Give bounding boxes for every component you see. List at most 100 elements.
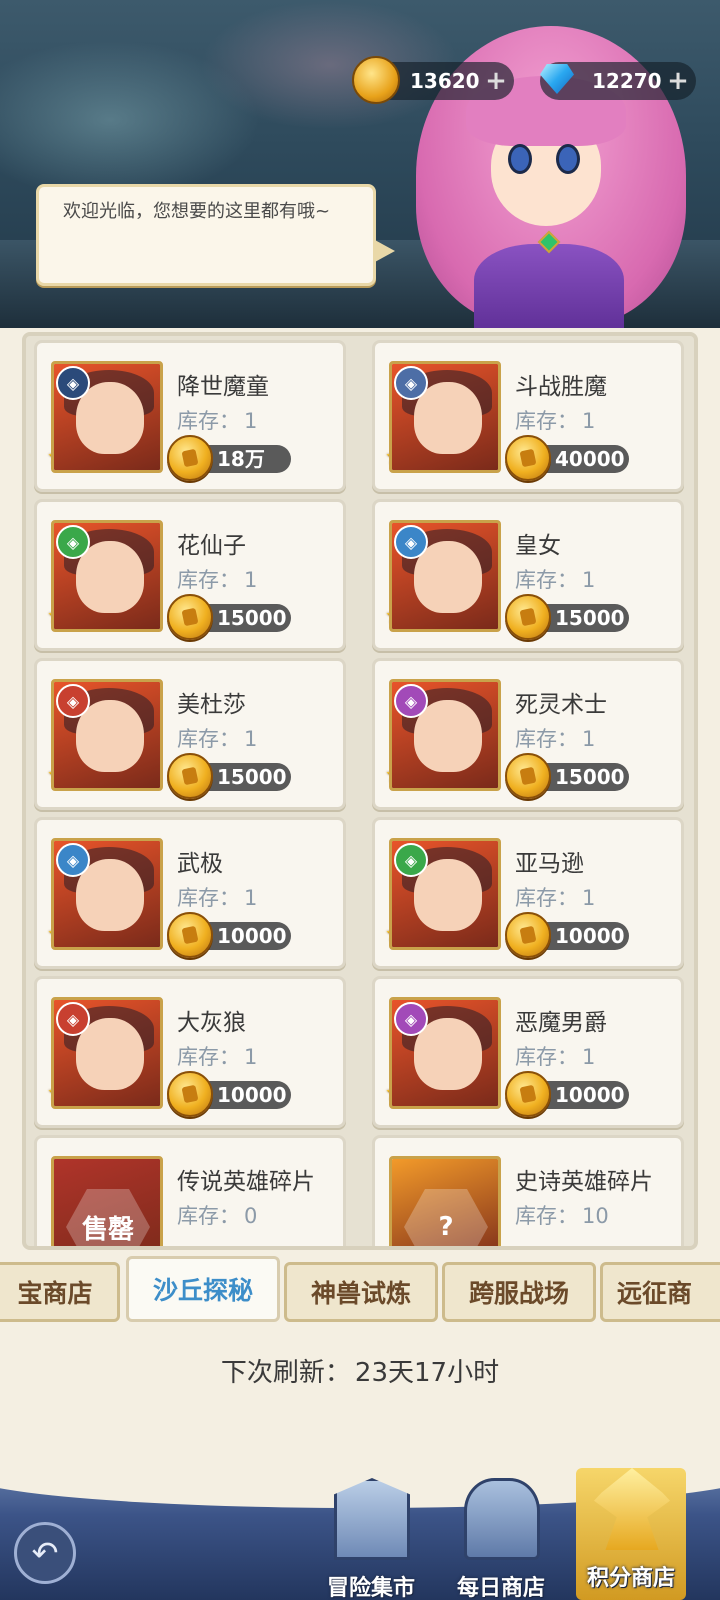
item-stock: 库存： 10 [515, 1204, 609, 1228]
item-name: 史诗英雄碎片 [515, 1169, 653, 1195]
refresh-label: 下次刷新： [220, 1358, 351, 1388]
shop-item-list[interactable]: ★★★★★◈降世魔童库存：118万★★★★★◈斗战胜魔库存：140000★★★★… [22, 332, 698, 1250]
item-stock: 库存： 1 [177, 568, 258, 592]
refresh-timer: 下次刷新： 23天17小时 [0, 1352, 720, 1389]
dark-faction-icon: ◈ [56, 366, 90, 400]
shopkeeper-character [396, 6, 696, 328]
shop-item-card[interactable]: ★★★★★◈恶魔男爵库存：110000 [372, 976, 684, 1128]
item-stock: 库存： 1 [177, 886, 258, 910]
gem-icon [534, 56, 582, 104]
refresh-value: 23天17小时 [354, 1358, 500, 1388]
item-name: 死灵术士 [515, 692, 607, 718]
crescent-faction-icon: ◈ [394, 684, 428, 718]
shop-item-card[interactable]: ★★★★★◈斗战胜魔库存：140000 [372, 340, 684, 492]
price-coin-icon [505, 753, 551, 799]
nav-daily-shop[interactable]: 每日商店 [446, 1478, 556, 1600]
shop-item-card[interactable]: ★★★★★◈大灰狼库存：110000 [34, 976, 346, 1128]
price-coin-icon [167, 594, 213, 640]
helmet-faction-icon: ◈ [394, 525, 428, 559]
nav-points-shop[interactable]: 积分商店 [576, 1468, 686, 1600]
hero-portrait: ◈ [389, 520, 501, 632]
item-name: 恶魔男爵 [515, 1010, 607, 1036]
item-stock: 库存： 1 [177, 727, 258, 751]
shop-tab-bar: 宝商店 沙丘探秘 神兽试炼 跨服战场 远征商 [0, 1256, 720, 1330]
tab-expedition-shop[interactable]: 远征商 [600, 1262, 720, 1322]
wolf-faction-icon: ◈ [56, 1002, 90, 1036]
tab-beast-trial[interactable]: 神兽试炼 [284, 1262, 438, 1322]
crescent-faction-icon: ◈ [394, 1002, 428, 1036]
shop-item-card[interactable]: 售罄 传说英雄碎片 库存： 0 [34, 1135, 346, 1246]
hero-portrait: ◈ [51, 361, 163, 473]
shop-item-card[interactable]: ★★★★★◈美杜莎库存：115000 [34, 658, 346, 810]
tree-faction-icon: ◈ [394, 843, 428, 877]
market-icon [334, 1478, 410, 1560]
item-stock: 库存： 1 [515, 886, 596, 910]
hero-portrait: ◈ [51, 679, 163, 791]
item-name: 斗战胜魔 [515, 374, 607, 400]
shop-item-card[interactable]: ? 史诗英雄碎片 库存： 10 [372, 1135, 684, 1246]
item-stock: 库存： 0 [177, 1204, 258, 1228]
nav-adventure-market[interactable]: 冒险集市 [316, 1478, 426, 1600]
shop-item-card[interactable]: ★★★★★◈亚马逊库存：110000 [372, 817, 684, 969]
item-stock: 库存： 1 [515, 727, 596, 751]
nav-label: 积分商店 [586, 1566, 675, 1591]
tab-cross-server[interactable]: 跨服战场 [442, 1262, 596, 1322]
nav-label: 冒险集市 [326, 1576, 415, 1600]
add-gems-button[interactable]: + [664, 66, 692, 96]
item-name: 武极 [177, 851, 223, 877]
hero-portrait: ◈ [389, 997, 501, 1109]
item-stock: 库存： 1 [177, 1045, 258, 1069]
points-scale-icon [594, 1468, 670, 1550]
moon-faction-icon: ◈ [394, 366, 428, 400]
price-coin-icon [505, 594, 551, 640]
coin-counter: 13620 + [352, 56, 514, 104]
speech-bubble: 欢迎光临，您想要的这里都有哦~ [36, 184, 395, 286]
shop-item-card[interactable]: ★★★★★◈武极库存：110000 [34, 817, 346, 969]
tab-treasure-shop[interactable]: 宝商店 [0, 1262, 120, 1322]
speech-text: 欢迎光临，您想要的这里都有哦~ [63, 201, 331, 222]
item-name: 传说英雄碎片 [177, 1169, 315, 1195]
hero-portrait: ◈ [51, 520, 163, 632]
helmet-faction-icon: ◈ [56, 843, 90, 877]
item-name: 美杜莎 [177, 692, 246, 718]
coin-amount: 13620 [410, 69, 480, 93]
price-coin-icon [167, 912, 213, 958]
tab-dune-explore[interactable]: 沙丘探秘 [126, 1256, 280, 1322]
daily-shop-icon [464, 1478, 540, 1560]
wolf-faction-icon: ◈ [56, 684, 90, 718]
shop-item-card[interactable]: ★★★★★◈死灵术士库存：115000 [372, 658, 684, 810]
price-coin-icon [167, 435, 213, 481]
item-name: 降世魔童 [177, 374, 269, 400]
item-name: 皇女 [515, 533, 561, 559]
item-name: 花仙子 [177, 533, 246, 559]
hero-portrait: ? [389, 1156, 501, 1246]
hero-portrait: ◈ [389, 679, 501, 791]
item-name: 大灰狼 [177, 1010, 246, 1036]
item-stock: 库存： 1 [515, 409, 596, 433]
shop-item-card[interactable]: ★★★★★◈降世魔童库存：118万 [34, 340, 346, 492]
shop-item-card[interactable]: ★★★★★◈皇女库存：115000 [372, 499, 684, 651]
gem-amount: 12270 [592, 69, 662, 93]
coin-icon [352, 56, 400, 104]
gem-counter: 12270 + [540, 62, 696, 100]
bottom-nav: ↶ 冒险集市 每日商店 积分商店 [0, 1438, 720, 1600]
hero-portrait: ◈ [51, 838, 163, 950]
nav-label: 每日商店 [456, 1576, 545, 1600]
hero-portrait: ◈ [51, 997, 163, 1109]
price-coin-icon [167, 1071, 213, 1117]
item-name: 亚马逊 [515, 851, 584, 877]
item-stock: 库存： 1 [515, 1045, 596, 1069]
shop-item-card[interactable]: ★★★★★◈花仙子库存：115000 [34, 499, 346, 651]
shop-banner: 13620 + 12270 + 欢迎光临，您想要的这里都有哦~ [0, 0, 720, 328]
price-coin-icon [505, 435, 551, 481]
hero-portrait: 售罄 [51, 1156, 163, 1246]
tree-faction-icon: ◈ [56, 525, 90, 559]
back-arrow-icon[interactable]: ↶ [14, 1522, 76, 1584]
price-coin-icon [167, 753, 213, 799]
item-stock: 库存： 1 [515, 568, 596, 592]
price-coin-icon [505, 912, 551, 958]
add-coins-button[interactable]: + [482, 66, 510, 96]
hero-portrait: ◈ [389, 838, 501, 950]
hero-portrait: ◈ [389, 361, 501, 473]
item-stock: 库存： 1 [177, 409, 258, 433]
